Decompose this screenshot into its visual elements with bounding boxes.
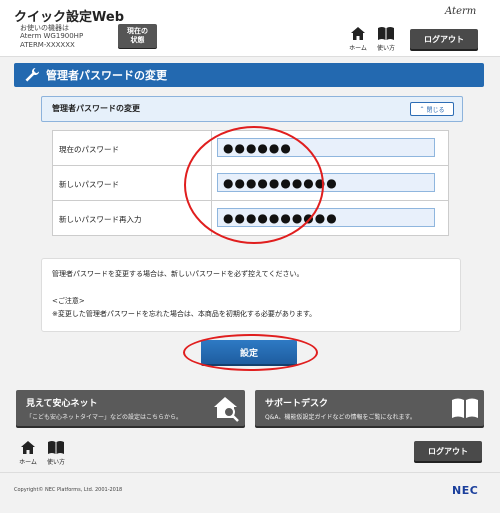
- support-desk-card[interactable]: サポートデスク Q&A、機能仮設定ガイドなどの情報をご覧になれます。: [255, 390, 484, 426]
- caution-title: <ご注意>: [52, 297, 85, 305]
- footer-manual-button[interactable]: 使い方: [43, 440, 69, 466]
- status-button-line-2: 状態: [130, 36, 145, 44]
- set-button[interactable]: 設定: [201, 340, 297, 364]
- new-password-row: 新しいパスワード: [53, 166, 448, 201]
- notes-box: 管理者パスワードを変更する場合は、新しいパスワードを必ず控えてください。 <ご注…: [41, 258, 461, 332]
- notes-main: 管理者パスワードを変更する場合は、新しいパスワードを必ず控えてください。: [52, 270, 304, 278]
- house-search-icon: [214, 397, 239, 422]
- section-header: 管理者パスワードの変更 ⌃ 閉じる: [41, 96, 463, 122]
- copyright: Copyright© NEC Platforms, Ltd. 2001-2018: [14, 487, 123, 493]
- footer-home-button[interactable]: ホーム: [15, 440, 41, 466]
- wrench-icon: [25, 68, 39, 82]
- home-icon: [351, 27, 365, 40]
- confirm-password-label: 新しいパスワード再入力: [59, 215, 142, 224]
- caution-text: ※変更した管理者パスワードを忘れた場合は、本商品を初期化する必要があります。: [52, 310, 317, 318]
- confirm-password-row: 新しいパスワード再入力: [53, 201, 448, 235]
- support-desk-desc: Q&A、機能仮設定ガイドなどの情報をご覧になれます。: [265, 414, 416, 421]
- footer-home-label: ホーム: [19, 459, 37, 466]
- new-password-input[interactable]: [217, 173, 435, 192]
- password-form: 現在のパスワード 新しいパスワード 新しいパスワード再入力: [52, 130, 449, 236]
- chevron-up-icon: ⌃: [419, 105, 425, 113]
- section-title: 管理者パスワードの変更: [52, 104, 140, 113]
- book-icon: [452, 398, 478, 418]
- mieru-anshin-card[interactable]: 見えて安心ネット 「こども安心ネットタイマー」などの設定はこちらから。: [16, 390, 245, 426]
- mieru-anshin-title: 見えて安心ネット: [26, 399, 98, 409]
- home-icon: [21, 441, 35, 454]
- support-desk-title: サポートデスク: [265, 399, 329, 409]
- current-password-input[interactable]: [217, 138, 435, 157]
- home-nav-button[interactable]: ホーム: [345, 26, 371, 52]
- footer-logout-button[interactable]: ログアウト: [414, 441, 482, 461]
- page-title: 管理者パスワードの変更: [46, 69, 167, 82]
- device-info-model: Aterm WG1900HP: [20, 32, 84, 40]
- status-button-line-1: 現在の: [127, 27, 148, 35]
- manual-nav-label: 使い方: [376, 45, 395, 52]
- page-title-bar: 管理者パスワードの変更: [14, 63, 484, 87]
- footer-manual-label: 使い方: [46, 459, 65, 466]
- device-info-ssid: ATERM-XXXXXX: [20, 41, 75, 49]
- collapse-button-label: 閉じる: [426, 106, 445, 114]
- collapse-button[interactable]: ⌃ 閉じる: [410, 102, 454, 116]
- home-nav-label: ホーム: [349, 45, 367, 52]
- book-icon: [48, 441, 64, 454]
- logout-button[interactable]: ログアウト: [410, 29, 478, 49]
- confirm-password-input[interactable]: [217, 208, 435, 227]
- nec-logo: NEC: [452, 484, 479, 497]
- current-password-label: 現在のパスワード: [59, 145, 119, 154]
- manual-nav-button[interactable]: 使い方: [373, 26, 399, 52]
- aterm-logo: Aterm: [445, 6, 477, 17]
- header: クイック設定Web お使いの機器は Aterm WG1900HP ATERM-X…: [0, 0, 500, 57]
- current-status-button[interactable]: 現在の 状態: [118, 24, 157, 48]
- current-password-row: 現在のパスワード: [53, 131, 448, 166]
- new-password-label: 新しいパスワード: [59, 180, 119, 189]
- book-icon: [378, 27, 394, 40]
- mieru-anshin-desc: 「こども安心ネットタイマー」などの設定はこちらから。: [26, 414, 183, 421]
